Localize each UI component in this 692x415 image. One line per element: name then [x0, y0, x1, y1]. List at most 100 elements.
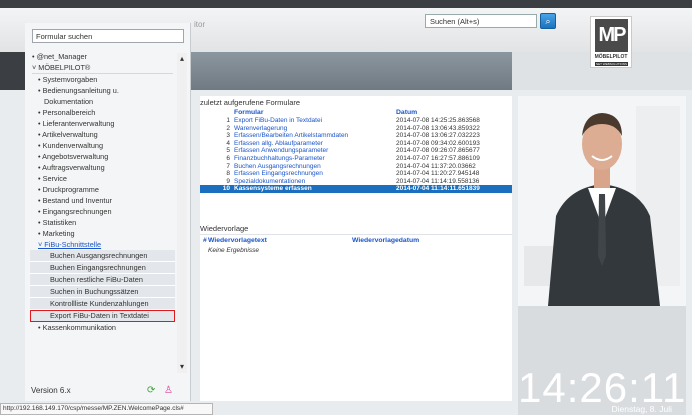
form-link[interactable]: Spezialdokumentationen	[234, 178, 396, 186]
logo-tagline: NET WEBSOLUTIONS	[595, 62, 628, 66]
row-number: 9	[226, 177, 230, 185]
submenu-item[interactable]: Suchen in Buchungssätzen	[30, 286, 175, 298]
sidebar-item[interactable]: • Bestand und Inventur	[30, 195, 175, 206]
form-link[interactable]: Erfassen allg. Ablaufparameter	[234, 140, 396, 148]
form-link[interactable]: Export FiBu-Daten in Textdatei	[234, 117, 396, 125]
sidebar-item[interactable]: • Eingangsrechnungen	[30, 206, 175, 217]
table-row[interactable]: 3 Erfassen/Bearbeiten Artikelstammdaten 20…	[200, 132, 512, 140]
table-row[interactable]: 8 Erfassen Eingangsrechnungen 2014-07-04 1…	[200, 170, 512, 178]
table-row[interactable]: 7 Buchen Ausgangsrechnungen 2014-07-04 11:…	[200, 163, 512, 171]
user-icon[interactable]: ♙	[164, 385, 173, 396]
column-header-date: Datum	[396, 109, 418, 116]
form-link[interactable]: Buchen Ausgangsrechnungen	[234, 163, 396, 171]
table-header-row: # Wiedervorlagetext Wiedervorlagedatum	[200, 236, 512, 245]
search-button[interactable]: ⌕	[540, 13, 556, 29]
row-date: 2014-07-08 09:34:02.600193	[396, 139, 480, 147]
row-date: 2014-07-04 11:14:19.558136	[396, 177, 480, 185]
column-header-form: Formular	[234, 109, 264, 116]
sidebar-menu: • @net_Manager ˅ MÖBELPILOT® • Systemvorga…	[30, 51, 175, 333]
sidebar-item[interactable]: • Bedienungsanleitung u.	[30, 85, 175, 96]
submenu-item[interactable]: Buchen restliche FiBu-Daten	[30, 274, 175, 286]
version-label: Version 6.x	[31, 386, 71, 395]
businessman-image	[518, 96, 686, 306]
table-header-row: Formular Datum	[200, 108, 512, 117]
sidebar-item[interactable]: • @net_Manager	[30, 51, 175, 62]
submenu-item[interactable]: Export FiBu-Daten in Textdatei	[30, 310, 175, 322]
row-date: 2014-07-04 11:14:11.651839	[396, 185, 512, 193]
table-row[interactable]: 1 Export FiBu-Daten in Textdatei 2014-07-0…	[200, 117, 512, 125]
scroll-down-icon[interactable]: ▾	[177, 361, 187, 373]
row-number: 4	[226, 139, 230, 147]
sidebar-item[interactable]: • Kundenverwaltung	[30, 140, 175, 151]
row-date: 2014-07-07 16:27:57.886109	[396, 154, 480, 162]
column-header-text: Wiedervorlagetext	[208, 237, 267, 244]
row-date: 2014-07-04 11:20:27.945148	[396, 170, 480, 178]
table-row[interactable]: 10 Kassensysteme erfassen 2014-07-04 11:14…	[200, 185, 512, 193]
recent-forms-title: zuletzt aufgerufene Formulare	[200, 98, 301, 107]
search-icon: ⌕	[545, 16, 551, 26]
header-strip	[190, 52, 512, 90]
table-row[interactable]: 2 Warenverlagerung 2014-07-08 13:06:43.859…	[200, 125, 512, 133]
form-link[interactable]: Kassensysteme erfassen	[234, 185, 396, 193]
sidebar-item[interactable]: • Artikelverwaltung	[30, 129, 175, 140]
sidebar-item[interactable]: • Service	[30, 173, 175, 184]
form-link[interactable]: Warenverlagerung	[234, 125, 396, 133]
sidebar-item[interactable]: • Auftragsverwaltung	[30, 162, 175, 173]
scroll-up-icon[interactable]: ▴	[177, 53, 187, 65]
row-number: 10	[200, 185, 234, 193]
column-header-resubmission-date: Wiedervorlagedatum	[352, 237, 420, 244]
submenu-item[interactable]: Buchen Eingangsrechnungen	[30, 262, 175, 274]
row-date: 2014-07-04 11:37:20.03662	[396, 162, 476, 170]
table-row[interactable]: 9 Spezialdokumentationen 2014-07-04 11:14:…	[200, 178, 512, 186]
row-number: 5	[226, 147, 230, 155]
resubmission-table: # Wiedervorlagetext Wiedervorlagedatum	[200, 236, 512, 245]
submenu-item[interactable]: Buchen Ausgangsrechnungen	[30, 250, 175, 262]
sidebar-item[interactable]: • Statistiken	[30, 217, 175, 228]
row-number: 2	[226, 124, 230, 132]
form-search-input[interactable]: Formular suchen	[32, 29, 184, 43]
form-link[interactable]: Erfassen Eingangsrechnungen	[234, 170, 396, 178]
clock-date: Dienstag, 8. Juli	[611, 404, 672, 414]
sidebar-item[interactable]: • Kassenkommunikation	[30, 322, 175, 333]
table-row[interactable]: 5 Erfassen Anwendungsparameter 2014-07-08 …	[200, 147, 512, 155]
sidebar-item[interactable]: • Personalbereich	[30, 107, 175, 118]
refresh-icon[interactable]: ⟳	[147, 385, 155, 396]
row-date: 2014-07-08 13:06:27.032223	[396, 132, 480, 140]
sidebar-item[interactable]: • Marketing	[30, 228, 175, 239]
row-number: 6	[226, 154, 230, 162]
table-row[interactable]: 4 Erfassen allg. Ablaufparameter 2014-07-0…	[200, 140, 512, 148]
sidebar-item[interactable]: • Angebotsverwaltung	[30, 151, 175, 162]
row-number: 8	[226, 170, 230, 178]
promo-photo	[518, 96, 686, 306]
resubmission-title: Wiedervorlage	[200, 224, 249, 233]
sidebar-item[interactable]: • Lieferantenverwaltung	[30, 118, 175, 129]
sidebar-item[interactable]: • Systemvorgaben	[30, 74, 175, 85]
logo-name: MÖBELPILOT	[594, 54, 628, 60]
form-link[interactable]: Finanzbuchhaltungs-Parameter	[234, 155, 396, 163]
row-date: 2014-07-08 14:25:25.863568	[396, 117, 480, 124]
global-search-input[interactable]: Suchen (Alt+s)	[425, 14, 537, 28]
sidebar-item[interactable]: • Druckprogramme	[30, 184, 175, 195]
logo-mark: MP	[595, 19, 628, 52]
sidebar-item[interactable]: ˅ MÖBELPILOT®	[30, 62, 175, 73]
table-row[interactable]: 6 Finanzbuchhaltungs-Parameter 2014-07-07 …	[200, 155, 512, 163]
row-date: 2014-07-08 13:06:43.859322	[396, 124, 480, 132]
sidebar-scrollbar[interactable]: ▴ ▾	[177, 53, 187, 373]
form-link[interactable]: Erfassen/Bearbeiten Artikelstammdaten	[234, 132, 396, 140]
company-logo: MP MÖBELPILOT NET WEBSOLUTIONS	[590, 16, 632, 68]
main-panel: zuletzt aufgerufene Formulare Formular D…	[200, 96, 512, 401]
row-date: 2014-07-08 09:26:07.865677	[396, 147, 480, 155]
submenu-item[interactable]: Kontrollliste Kundenzahlungen	[30, 298, 175, 310]
row-number: 7	[226, 162, 230, 170]
divider	[200, 234, 512, 235]
no-results-text: Keine Ergebnisse	[208, 247, 259, 254]
recent-forms-table: Formular Datum 1 Export FiBu-Daten in Tex…	[200, 108, 512, 193]
sidebar-item[interactable]: Dokumentation	[30, 96, 175, 107]
form-link[interactable]: Erfassen Anwendungsparameter	[234, 147, 396, 155]
column-header-number: #	[203, 237, 207, 244]
row-number: 3	[226, 132, 230, 140]
status-url-bar: http://192.168.149.170/csp/messe/MP.ZEN.…	[0, 403, 213, 415]
sidebar-item[interactable]: ˅ FiBu-Schnittstelle	[30, 239, 175, 250]
clock-widget: 14:26:11 Dienstag, 8. Juli	[518, 306, 686, 415]
page-title-fragment: itor	[194, 20, 206, 29]
